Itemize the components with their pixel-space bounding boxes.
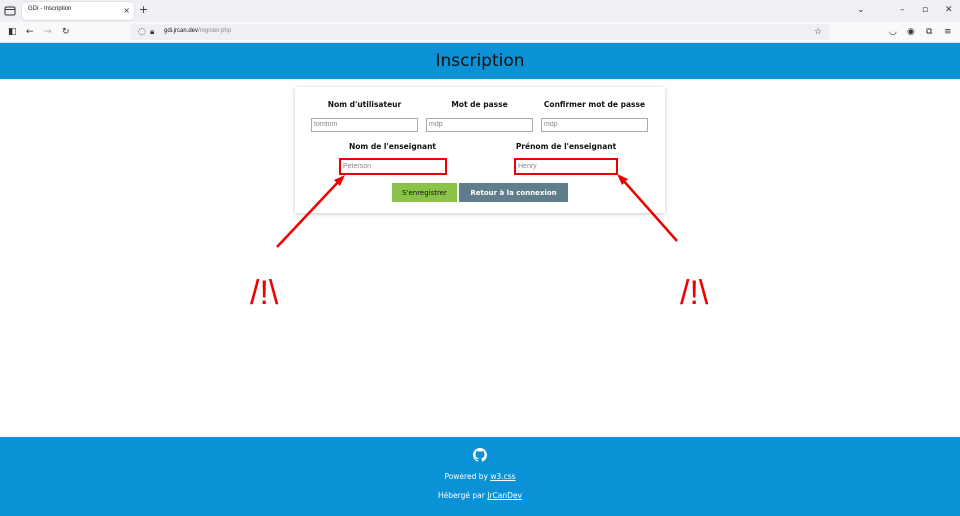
- github-icon[interactable]: [473, 448, 487, 462]
- jrcandev-link[interactable]: JrCanDev: [487, 491, 522, 500]
- left-warning-label: /!\: [250, 274, 279, 312]
- powered-by-text: Powered by w3.css: [444, 472, 516, 481]
- right-warning-arrow: [617, 174, 678, 242]
- page-footer: Powered by w3.css Hébergé par JrCanDev: [0, 437, 960, 516]
- w3css-link[interactable]: w3.css: [490, 472, 515, 481]
- hosted-by-text: Hébergé par JrCanDev: [438, 491, 522, 500]
- right-warning-label: /!\: [680, 274, 709, 312]
- left-warning-arrow: [276, 175, 345, 248]
